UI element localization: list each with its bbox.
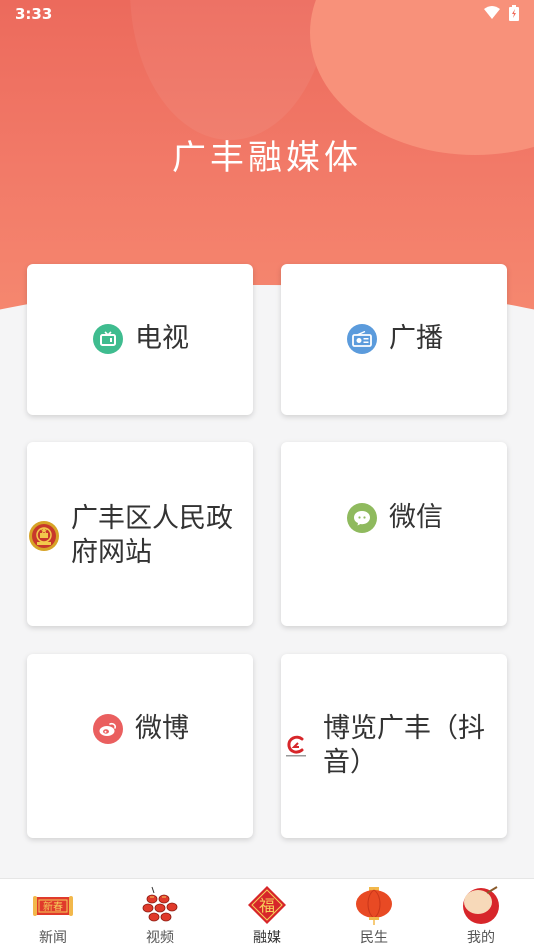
douyin-card[interactable]: 博览广丰（抖音） (281, 654, 507, 838)
page-title: 广丰融媒体 (172, 138, 362, 178)
wechat-card[interactable]: 微信 (281, 442, 507, 626)
radio-card[interactable]: 广播 (281, 264, 507, 415)
tab-livelihood-label: 民生 (360, 930, 388, 946)
tab-media[interactable]: 福 融媒 (214, 879, 320, 951)
guangfeng-logo-icon (283, 731, 309, 761)
government-website-card[interactable]: 广丰区人民政府网站 (27, 442, 253, 626)
bottom-tab-bar: 新春 新闻 视频 福 融媒 民生 我的 (0, 878, 534, 951)
government-website-label: 广丰区人民政府网站 (71, 503, 233, 568)
douyin-label: 博览广丰（抖音） (323, 713, 485, 778)
tab-news[interactable]: 新春 新闻 (0, 879, 106, 951)
status-bar: 3:33 (0, 0, 534, 30)
tv-card[interactable]: 电视 (27, 264, 253, 415)
tab-video-label: 视频 (146, 930, 174, 946)
svg-text:新春: 新春 (43, 900, 63, 913)
radio-label: 广播 (389, 323, 443, 354)
tab-news-label: 新闻 (39, 930, 67, 946)
status-time: 3:33 (15, 5, 53, 23)
wechat-label: 微信 (389, 502, 443, 533)
weibo-label: 微博 (135, 713, 189, 744)
weibo-card[interactable]: 微博 (27, 654, 253, 838)
tab-mine-label: 我的 (467, 930, 495, 946)
weibo-icon (93, 714, 123, 744)
tab-mine[interactable]: 我的 (428, 879, 534, 951)
wifi-icon (484, 6, 500, 24)
fu-diamond-icon: 福 (247, 885, 287, 925)
tv-label: 电视 (135, 323, 189, 354)
battery-icon (509, 5, 519, 25)
wechat-icon (347, 503, 377, 533)
tab-video[interactable]: 视频 (107, 879, 213, 951)
svg-text:福: 福 (259, 896, 275, 915)
national-emblem-icon (29, 521, 59, 551)
tv-icon (93, 324, 123, 354)
lantern-icon (354, 885, 394, 925)
firecracker-icon (140, 885, 180, 925)
radio-icon (347, 324, 377, 354)
new-year-banner-icon: 新春 (33, 885, 73, 925)
drum-icon (461, 885, 501, 925)
tab-media-label: 融媒 (253, 930, 281, 946)
tab-livelihood[interactable]: 民生 (321, 879, 427, 951)
